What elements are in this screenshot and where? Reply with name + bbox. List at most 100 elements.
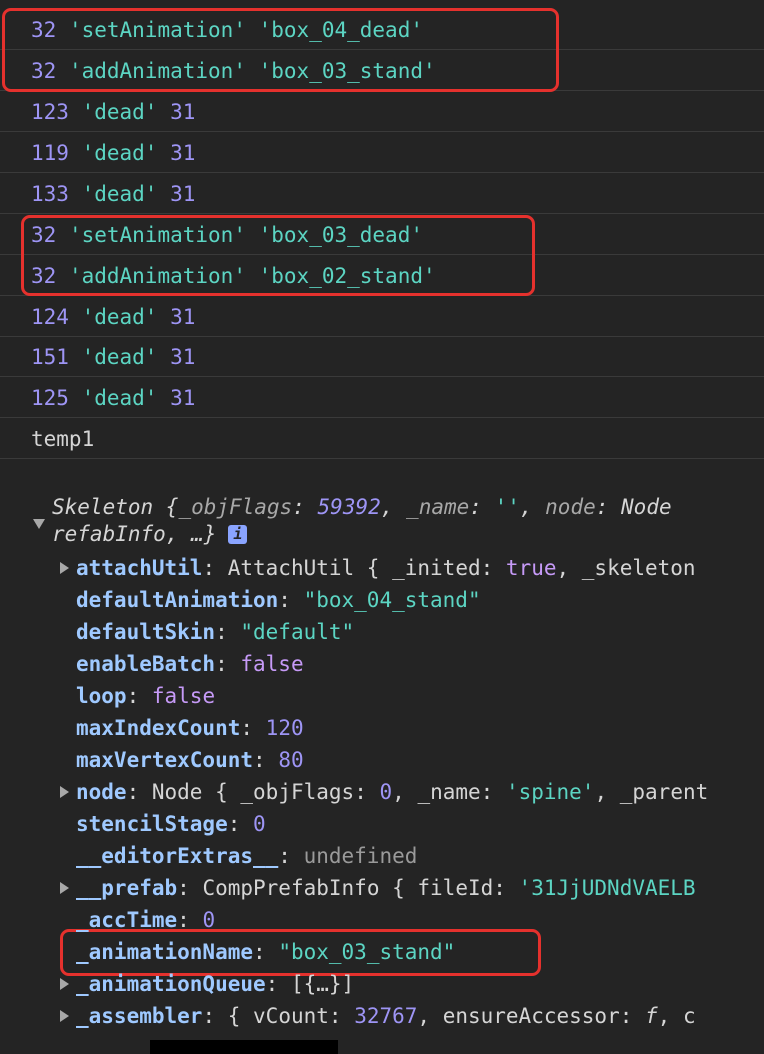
prop-key: defaultAnimation	[76, 588, 279, 612]
prop-key: _assembler	[76, 1004, 203, 1028]
expand-triangle-icon[interactable]	[60, 978, 69, 990]
log-arg: 'dead'	[81, 141, 158, 165]
prop-sub-key: fileId	[417, 876, 494, 900]
log-row: 125 'dead' 31	[0, 378, 764, 418]
log-row: 123 'dead' 31	[0, 92, 764, 132]
object-summary[interactable]: Skeleton {_objFlags: 59392, _name: '', n…	[52, 494, 672, 548]
console-input-echo: temp1	[0, 419, 764, 459]
summary-value: Node	[621, 495, 672, 519]
prop-sub-key: ensureAccessor	[442, 1004, 620, 1028]
log-line-number: 123	[31, 100, 69, 124]
prop-assembler[interactable]: _assembler: { vCount: 32767, ensureAcces…	[76, 1000, 696, 1032]
log-row: 124 'dead' 31	[0, 297, 764, 337]
expand-triangle-icon[interactable]	[60, 786, 69, 798]
prop-tail: , _parent	[594, 780, 709, 804]
prop-key: __editorExtras__	[76, 844, 279, 868]
log-arg: 'dead'	[81, 182, 158, 206]
log-value: 31	[170, 100, 196, 124]
highlight-box	[2, 8, 559, 92]
log-arg: 'dead'	[81, 100, 158, 124]
log-line-number: 151	[31, 345, 69, 369]
prop-value: "default"	[240, 620, 355, 644]
log-value: 31	[170, 305, 196, 329]
prop-value: false	[240, 652, 304, 676]
log-line-number: 124	[31, 305, 69, 329]
prop-value: undefined	[303, 844, 418, 868]
prop-editor-extras: __editorExtras__: undefined	[76, 844, 418, 868]
collapse-triangle-icon[interactable]	[33, 519, 45, 529]
prop-sub-key: vCount	[253, 1004, 329, 1028]
prop-value: "box_03_stand"	[278, 940, 456, 964]
prop-sub-value: f	[645, 1004, 658, 1028]
object-inspector: Skeleton {_objFlags: 59392, _name: '', n…	[0, 460, 764, 1054]
prop-value: 80	[278, 748, 304, 772]
log-arg: 'dead'	[81, 345, 158, 369]
prop-sub-value: true	[505, 556, 557, 580]
prop-sub-value: 0	[379, 780, 393, 804]
prop-attach-util[interactable]: attachUtil: AttachUtil { _inited: true, …	[76, 552, 696, 584]
prop-sub-key: _objFlags	[240, 780, 355, 804]
log-arg: 'dead'	[81, 305, 158, 329]
prop-node[interactable]: node: Node { _objFlags: 0, _name: 'spine…	[76, 776, 708, 808]
scrollbar-thumb[interactable]	[150, 1040, 338, 1054]
prop-tail: , c	[657, 1004, 696, 1028]
prop-value: 120	[265, 716, 304, 740]
prop-enable-batch: enableBatch: false	[76, 652, 304, 676]
log-value: 31	[170, 386, 196, 410]
prop-value: 0	[253, 812, 266, 836]
prop-animation-queue[interactable]: _animationQueue: [{…}]	[76, 968, 354, 1000]
prop-value: false	[151, 684, 216, 708]
summary-key: _objFlags	[178, 495, 293, 519]
prop-key: _accTime	[76, 908, 178, 932]
prop-sub-key: _name	[417, 780, 481, 804]
prop-tail: , _skeleton	[556, 556, 696, 580]
prop-key: _animationName	[76, 940, 254, 964]
log-row: 133 'dead' 31	[0, 174, 764, 214]
expand-triangle-icon[interactable]	[60, 882, 69, 894]
object-summary-tail: refabInfo, …}	[52, 522, 217, 546]
log-row: 119 'dead' 31	[0, 133, 764, 173]
prop-sub-value: 32767	[354, 1004, 418, 1028]
devtools-console: 32 'setAnimation' 'box_04_dead' 32 'addA…	[0, 0, 764, 1054]
prop-key: loop	[76, 684, 127, 708]
prop-default-animation: defaultAnimation: "box_04_stand"	[76, 588, 481, 612]
prop-key: attachUtil	[76, 556, 203, 580]
info-icon[interactable]: i	[228, 525, 248, 544]
summary-key: node	[545, 495, 596, 519]
prop-key: _animationQueue	[76, 972, 266, 996]
prop-sub-key: _inited	[392, 556, 481, 580]
prop-sub-value: '31JjUDNdVAELB	[518, 876, 696, 900]
prop-prefab[interactable]: __prefab: CompPrefabInfo { fileId: '31Jj…	[76, 872, 696, 904]
prop-value: Node {	[151, 780, 241, 804]
prop-key: maxVertexCount	[76, 748, 254, 772]
prop-key: stencilStage	[76, 812, 228, 836]
prop-default-skin: defaultSkin: "default"	[76, 620, 355, 644]
prop-animation-name: _animationName: "box_03_stand"	[76, 940, 456, 964]
prop-key: __prefab	[76, 876, 178, 900]
log-line-number: 125	[31, 386, 69, 410]
prop-value: [{…}]	[290, 972, 355, 996]
prop-key: node	[76, 780, 127, 804]
object-class-name: Skeleton {	[52, 495, 179, 519]
prop-value: {	[227, 1004, 254, 1028]
log-value: 31	[170, 182, 196, 206]
prop-key: maxIndexCount	[76, 716, 241, 740]
expand-triangle-icon[interactable]	[60, 1010, 69, 1022]
input-echo-text: temp1	[31, 427, 95, 451]
prop-key: defaultSkin	[76, 620, 216, 644]
prop-sub-value: 'spine'	[505, 780, 595, 804]
expand-triangle-icon[interactable]	[60, 562, 69, 574]
prop-value: AttachUtil {	[227, 556, 393, 580]
prop-value: "box_04_stand"	[303, 588, 481, 612]
summary-value: 59392	[317, 495, 381, 519]
log-value: 31	[170, 141, 196, 165]
prop-value: CompPrefabInfo {	[202, 876, 418, 900]
log-row: 151 'dead' 31	[0, 337, 764, 377]
prop-value: 0	[202, 908, 216, 932]
prop-stencil-stage: stencilStage: 0	[76, 812, 266, 836]
summary-value: ''	[494, 495, 520, 519]
log-value: 31	[170, 345, 196, 369]
log-arg: 'dead'	[81, 386, 158, 410]
prop-acc-time: _accTime: 0	[76, 908, 216, 932]
prop-loop: loop: false	[76, 684, 216, 708]
